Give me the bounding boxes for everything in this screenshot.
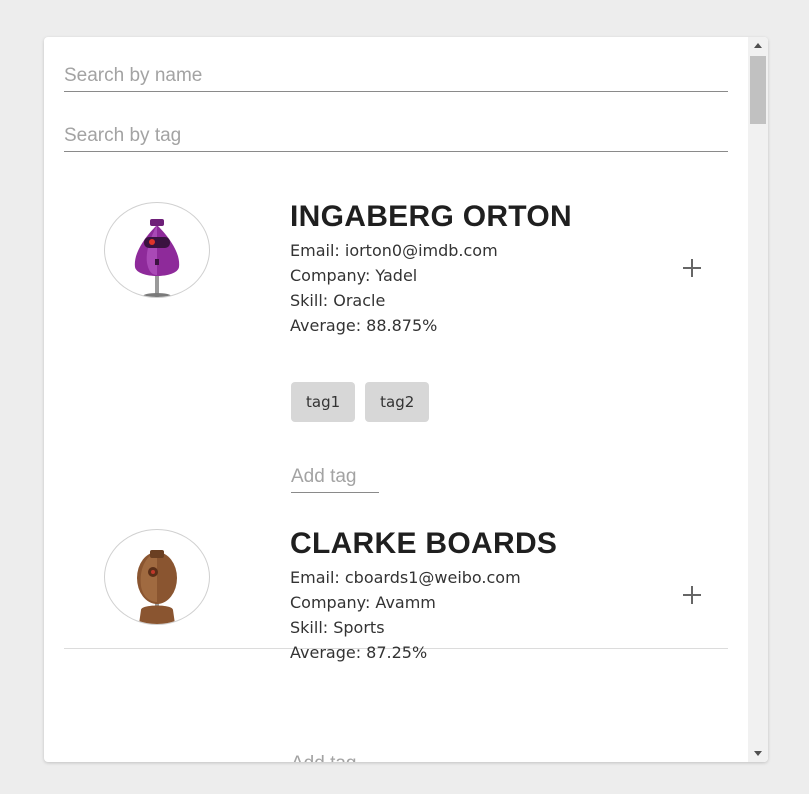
student-name: INGABERG ORTON bbox=[290, 200, 572, 233]
robot-avatar-brown-icon bbox=[137, 550, 177, 624]
student-company: Company: Yadel bbox=[290, 266, 418, 285]
student-item: INGABERG ORTON Email: iorton0@imdb.com C… bbox=[44, 200, 748, 649]
add-tag-input[interactable] bbox=[291, 749, 379, 762]
student-list-card: INGABERG ORTON Email: iorton0@imdb.com C… bbox=[44, 37, 768, 762]
tag-chip: tag2 bbox=[365, 382, 430, 422]
avatar bbox=[104, 529, 210, 625]
tag-chip: tag1 bbox=[291, 382, 356, 422]
search-by-tag-input[interactable] bbox=[64, 121, 728, 152]
plus-icon bbox=[683, 259, 701, 277]
student-email: Email: cboards1@weibo.com bbox=[290, 568, 521, 587]
search-by-name-input[interactable] bbox=[64, 61, 728, 92]
tag-list: tag1 tag2 bbox=[291, 382, 430, 422]
plus-icon bbox=[683, 586, 701, 604]
expand-grades-button[interactable] bbox=[680, 583, 704, 607]
scroll-down-arrow-icon[interactable] bbox=[748, 745, 768, 762]
student-email: Email: iorton0@imdb.com bbox=[290, 241, 498, 260]
scrollbar-thumb[interactable] bbox=[750, 56, 766, 124]
add-tag-input[interactable] bbox=[291, 462, 379, 493]
student-average: Average: 88.875% bbox=[290, 316, 438, 335]
robot-avatar-purple-icon bbox=[134, 219, 180, 297]
student-item: CLARKE BOARDS Email: cboards1@weibo.com … bbox=[44, 527, 748, 762]
scroll-up-arrow-icon[interactable] bbox=[748, 37, 768, 54]
avatar bbox=[104, 202, 210, 298]
vertical-scrollbar[interactable] bbox=[748, 37, 768, 762]
student-name: CLARKE BOARDS bbox=[290, 527, 558, 560]
student-skill: Skill: Oracle bbox=[290, 291, 386, 310]
student-list-content: INGABERG ORTON Email: iorton0@imdb.com C… bbox=[44, 37, 748, 762]
student-company: Company: Avamm bbox=[290, 593, 436, 612]
student-average: Average: 87.25% bbox=[290, 643, 428, 662]
student-skill: Skill: Sports bbox=[290, 618, 385, 637]
expand-grades-button[interactable] bbox=[680, 256, 704, 280]
